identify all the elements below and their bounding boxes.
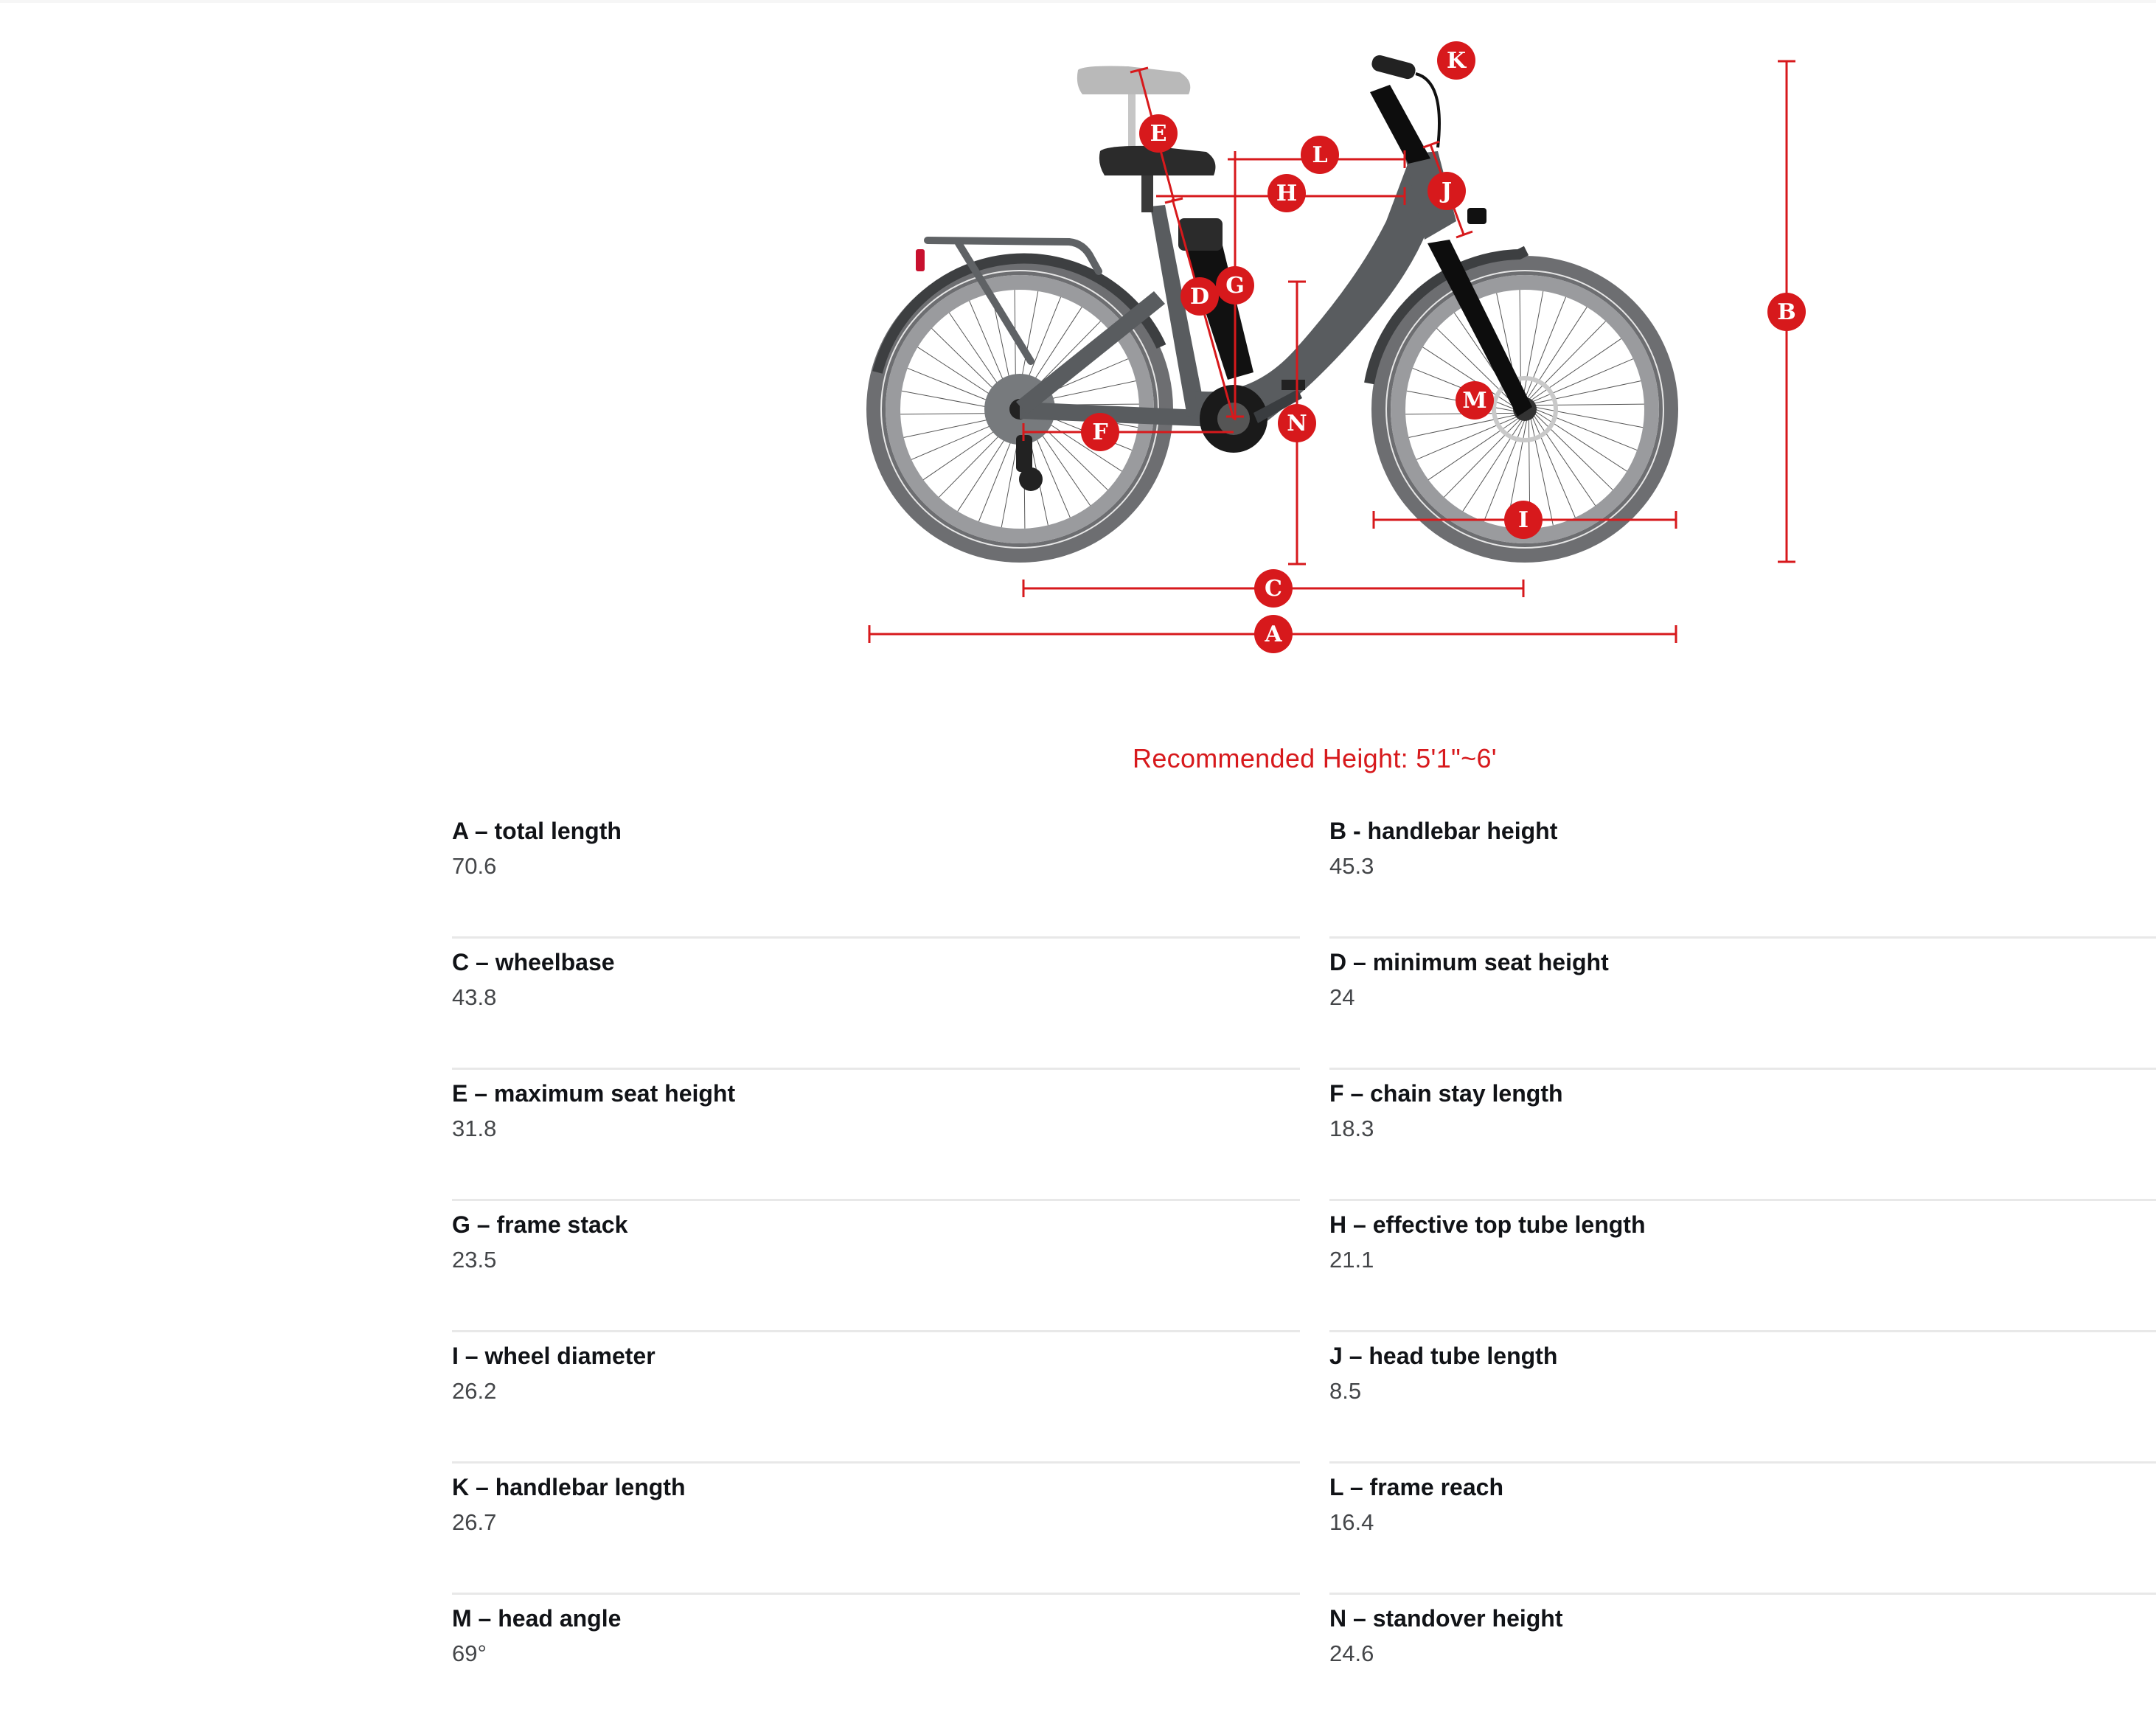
spoke [1526,307,1588,400]
spec-item: J – head tube length 8.5 [1329,1332,2156,1464]
spec-label: H – effective top tube length [1329,1211,1646,1238]
spec-value: 16.4 [1329,1509,1374,1535]
spec-value: 18.3 [1329,1116,1374,1141]
marker-letter: N [1287,411,1307,436]
spec-label: D – minimum seat height [1329,949,1609,975]
marker-letter: D [1190,284,1209,310]
spec-value: 24 [1329,984,1355,1010]
geometry-spec-list: A – total length 70.6 B - handlebar height… [452,807,2156,1726]
marker-badge-j: J [1428,172,1466,210]
spec-value: 8.5 [1329,1378,1362,1404]
marker-badge-n: N [1278,404,1316,442]
spec-item: K – handlebar length 26.7 [452,1464,1300,1595]
spoke [1534,411,1627,472]
spec-label: F – chain stay length [1329,1080,1563,1107]
tail-light [916,249,925,271]
spec-value: 23.5 [452,1247,497,1273]
spec-label: M – head angle [452,1605,622,1632]
spec-value: 70.6 [452,853,497,879]
spec-label: J – head tube length [1329,1343,1558,1369]
spec-value: 24.6 [1329,1640,1374,1666]
spec-value: 43.8 [452,984,497,1010]
marker-letter: H [1276,181,1297,206]
spec-item: D – minimum seat height 24 [1329,939,2156,1070]
spec-item: G – frame stack 23.5 [452,1201,1300,1332]
marker-badge-b: B [1767,293,1806,331]
spec-label: N – standover height [1329,1605,1563,1632]
spec-label: K – handlebar length [452,1474,686,1500]
spec-item: M – head angle 69° [452,1595,1300,1726]
seat [1099,145,1216,212]
spec-item: H – effective top tube length 21.1 [1329,1201,2156,1332]
bike-geometry-diagram: A B C D E F G H I J K L M N [866,41,1806,653]
marker-badge-f: F [1081,413,1119,451]
spec-item: I – wheel diameter 26.2 [452,1332,1300,1464]
marker-badge-k: K [1437,41,1475,80]
marker-letter: F [1092,420,1107,445]
spec-value: 26.2 [452,1378,497,1404]
marker-letter: J [1439,178,1452,204]
marker-letter: K [1447,48,1467,74]
spec-item: E – maximum seat height 31.8 [452,1070,1300,1201]
marker-letter: I [1518,507,1529,533]
spec-label: B - handlebar height [1329,818,1558,844]
spec-label: E – maximum seat height [452,1080,736,1107]
spec-label: C – wheelbase [452,949,615,975]
spec-value: 26.7 [452,1509,497,1535]
marker-letter: E [1150,121,1167,147]
spec-item: C – wheelbase 43.8 [452,939,1300,1070]
spoke [1462,419,1523,512]
spec-label: G – frame stack [452,1211,628,1238]
spec-value: 45.3 [1329,853,1374,879]
spec-item: B - handlebar height 45.3 [1329,807,2156,939]
spoke [1405,412,1516,415]
spec-value: 31.8 [452,1116,497,1141]
marker-letter: B [1777,299,1795,325]
marker-badge-m: M [1456,381,1494,420]
spec-label: A – total length [452,818,622,844]
marker-letter: G [1225,273,1245,299]
marker-badge-l: L [1301,136,1339,174]
spec-label: I – wheel diameter [452,1343,656,1369]
spec-value: 69° [452,1640,487,1666]
marker-badge-e: E [1139,114,1178,153]
spec-label: L – frame reach [1329,1474,1503,1500]
marker-badge-h: H [1267,174,1306,212]
spec-item: N – standover height 24.6 [1329,1595,2156,1726]
spec-item: A – total length 70.6 [452,807,1300,939]
marker-letter: L [1312,142,1327,168]
marker-badge-c: C [1254,569,1293,608]
spec-item: L – frame reach 16.4 [1329,1464,2156,1595]
marker-badge-d: D [1180,277,1219,316]
handlebar [1370,55,1441,164]
marker-badge-a: A [1254,615,1293,653]
spec-value: 21.1 [1329,1247,1374,1273]
marker-letter: C [1265,576,1282,602]
spec-item: F – chain stay length 18.3 [1329,1070,2156,1201]
marker-badge-i: I [1504,501,1543,539]
marker-letter: M [1462,388,1486,414]
marker-badge-g: G [1216,266,1254,305]
spoke [1534,403,1644,406]
recommended-height: Recommended Height: 5'1"~6' [1133,743,1497,773]
headlight [1467,208,1486,224]
marker-letter: A [1264,622,1282,647]
